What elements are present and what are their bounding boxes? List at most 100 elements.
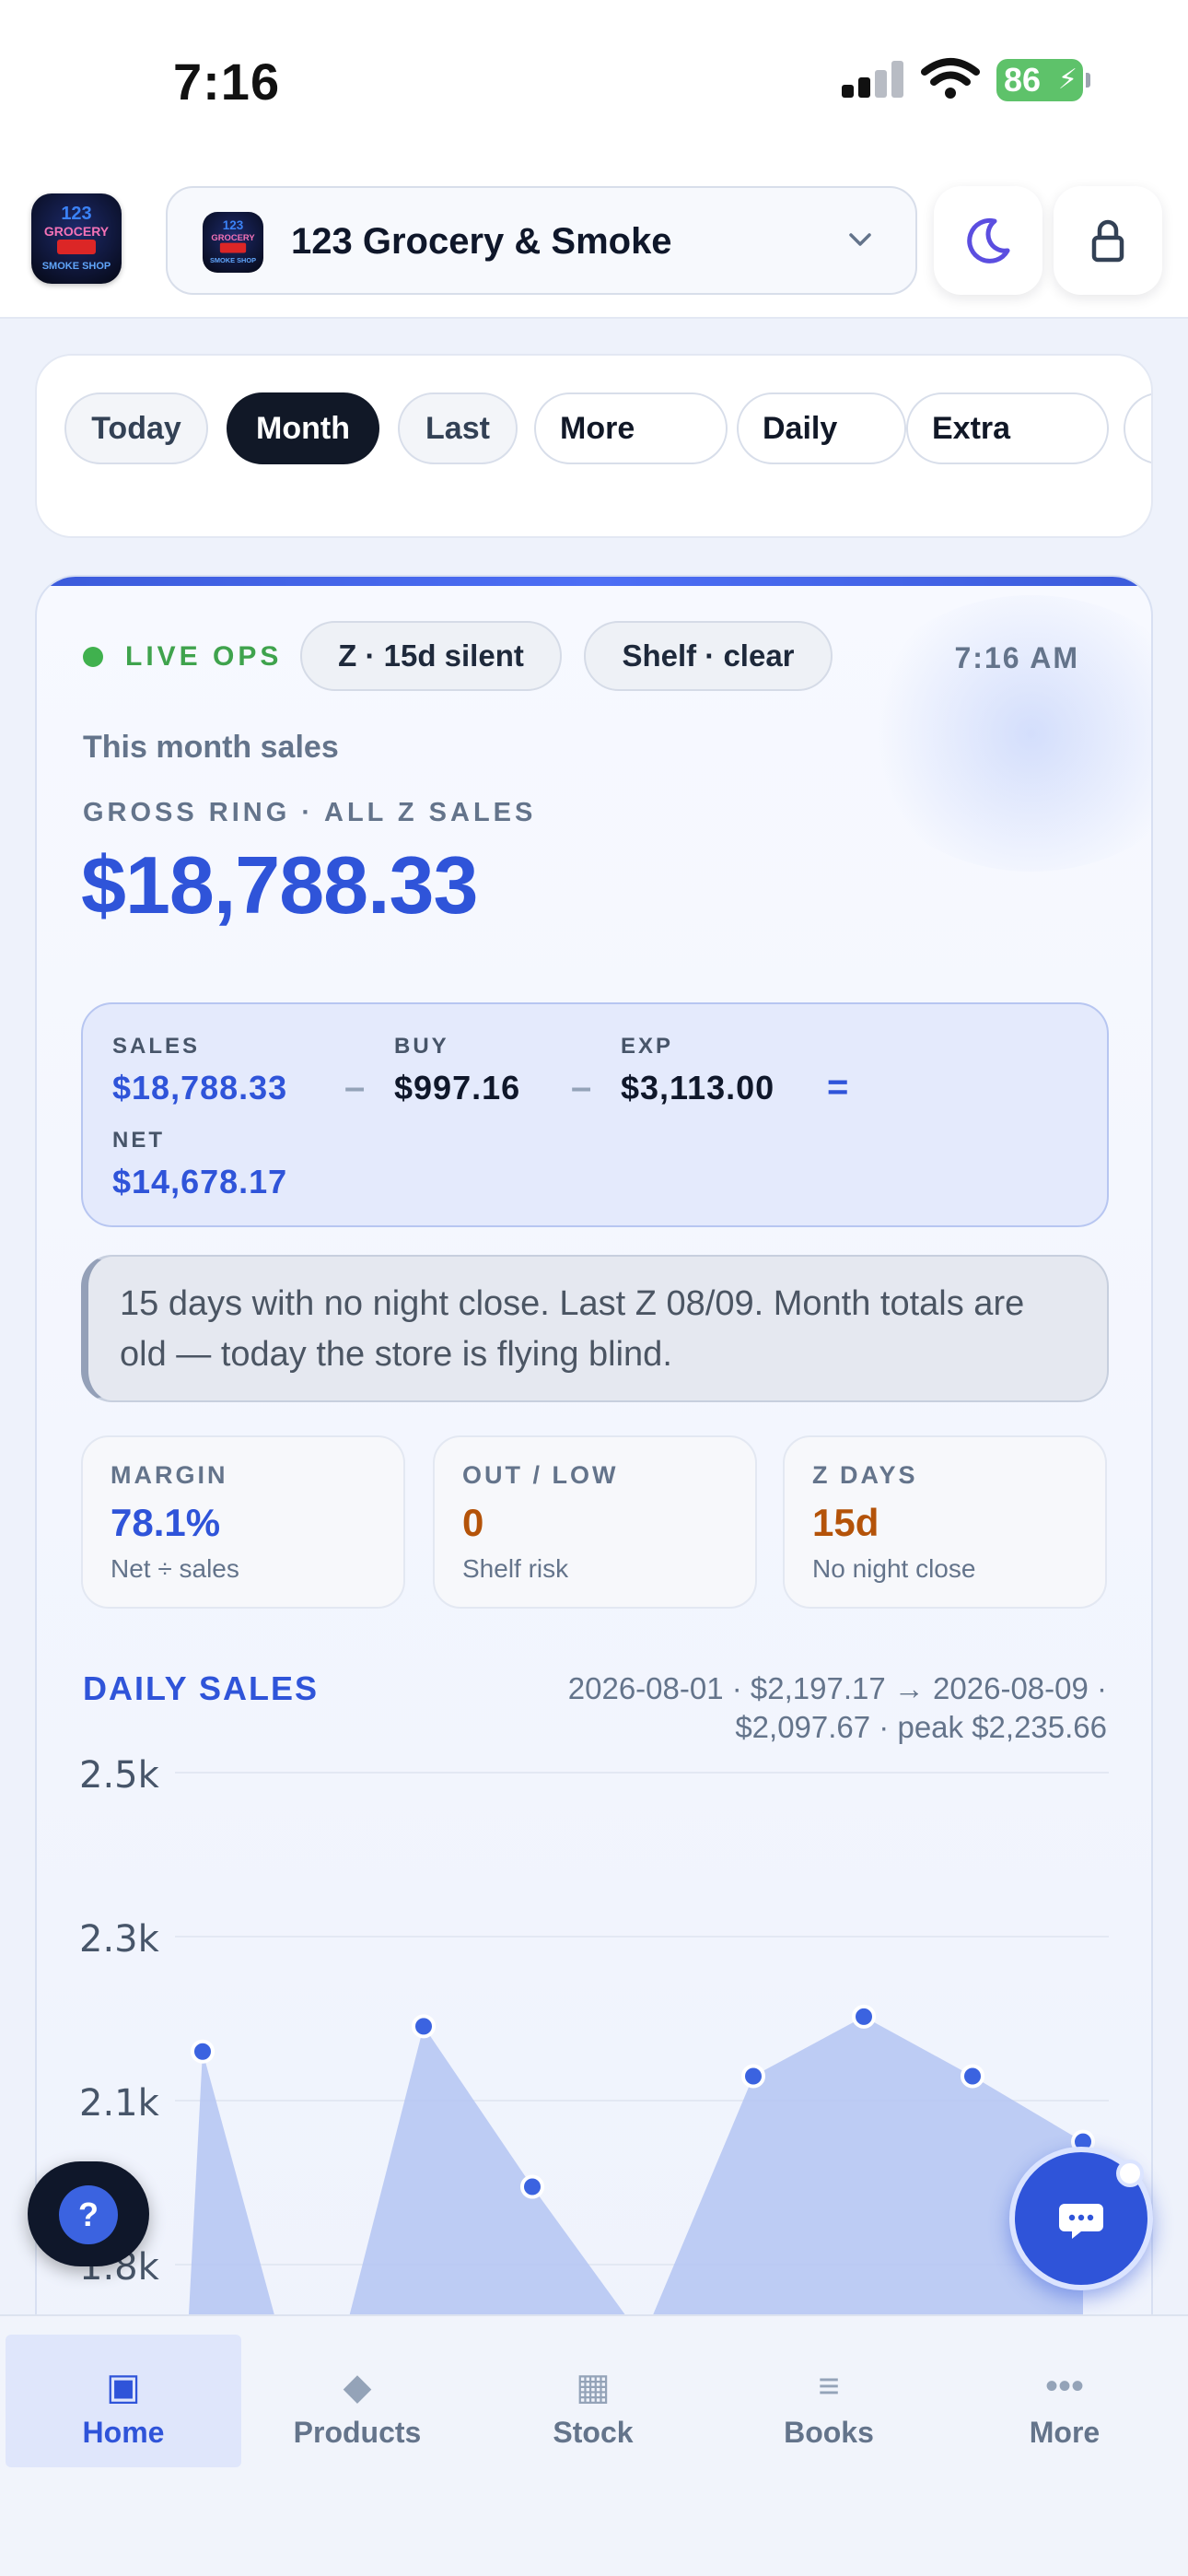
help-button[interactable]: ? [28,2161,149,2266]
battery-icon: 86 ⚡ [996,59,1090,101]
gross-amount: $18,788.33 [81,839,478,931]
nav-label: More [1029,2416,1101,2449]
equation-sales-value: $18,788.33 [112,1069,288,1107]
stat-sub: No night close [812,1554,976,1583]
y-tick-label: 2.1k [79,2082,160,2125]
stat-label: Z DAYS [812,1461,918,1489]
help-icon: ? [59,2185,118,2244]
live-status-dot [83,647,103,667]
nav-label: Home [82,2416,165,2449]
store-mini-logo: 123 GROCERY SMOKE SHOP [203,212,263,273]
products-icon: ◆ [343,2367,372,2407]
period-chip-extra[interactable]: Extra [906,392,1109,464]
stat-card-out-low: OUT / LOW 0 Shelf risk [433,1435,757,1609]
store-name: 123 Grocery & Smoke [291,221,672,262]
equation-buy-value: $997.16 [394,1069,521,1107]
chart-point-2026-08-06[interactable] [741,2064,765,2089]
svg-text:SMOKE SHOP: SMOKE SHOP [42,261,111,272]
stock-icon: ▦ [576,2367,611,2407]
z-status-pill[interactable]: Z · 15d silent [300,621,562,691]
stat-card-margin: MARGIN 78.1% Net ÷ sales [81,1435,405,1609]
app-header: 123 GROCERY SMOKE SHOP 123 GROCERY SMOKE… [0,166,1188,319]
chart-point-2026-08-03[interactable] [412,2014,436,2039]
lock-icon [1091,219,1124,263]
battery-level: 86 [1004,61,1042,99]
nav-home[interactable]: ▣ Home [6,2335,241,2467]
sales-summary-card: LIVE OPS Z · 15d silent Shelf · clear 7:… [35,575,1153,2576]
stat-sub: Shelf risk [462,1554,569,1583]
svg-text:GROCERY: GROCERY [211,232,255,242]
lock-button[interactable] [1054,186,1162,295]
minus-operator: – [571,1067,592,1107]
equation-net-value: $14,678.17 [112,1163,288,1200]
books-icon: ≡ [818,2366,840,2406]
stat-label: MARGIN [111,1461,228,1489]
gross-label: GROSS RING · ALL Z SALES [83,798,537,827]
moon-icon [967,217,1010,263]
more-icon: ••• [1044,2366,1084,2406]
signal-icon [842,61,906,98]
chevron-down-icon [849,233,871,246]
stat-value: 15d [812,1501,879,1544]
svg-text:GROCERY: GROCERY [44,224,110,239]
decorative-glow [856,595,1151,872]
svg-text:123: 123 [61,204,91,224]
minus-operator: – [344,1067,366,1107]
equation-exp-label: EXP [621,1034,674,1059]
stat-label: OUT / LOW [462,1461,619,1489]
status-time: 7:16 [173,53,281,111]
live-ops-label: LIVE OPS [125,641,283,672]
nav-label: Products [293,2416,422,2449]
chart-point-2026-08-08[interactable] [961,2064,984,2089]
notification-dot [1116,2160,1144,2187]
period-chip-today[interactable]: Today [64,392,208,464]
equation-sales: SALES $18,788.33 [112,1034,287,1107]
home-icon: ▣ [106,2367,141,2407]
bottom-nav: ▣ Home ◆ Products ▦ Stock ≡ Books ••• Mo… [0,2314,1188,2576]
status-bar: 7:16 86 ⚡ [0,0,1188,166]
period-chip-month[interactable]: Month [227,392,379,464]
equation-net: NET $14,678.17 [112,1128,287,1201]
equation-buy-label: BUY [394,1034,449,1059]
period-chip-overflow[interactable] [1124,392,1151,464]
night-close-warning: 15 days with no night close. Last Z 08/0… [81,1255,1109,1402]
nav-more[interactable]: ••• More [947,2335,1182,2467]
daily-sales-title: DAILY SALES [83,1669,320,1707]
nav-books[interactable]: ≡ Books [711,2335,947,2467]
equation-buy: BUY $997.16 [394,1034,520,1107]
dark-mode-button[interactable] [934,186,1042,295]
period-selector: Today Month Last More Daily Extra [35,354,1153,538]
chat-button[interactable] [1009,2147,1153,2290]
y-tick-label: 2.5k [79,1754,160,1797]
last-updated-time: 7:16 AM [954,641,1079,674]
nav-stock[interactable]: ▦ Stock [475,2335,711,2467]
wifi-icon [921,58,980,99]
equation-net-label: NET [112,1128,165,1153]
shelf-status-pill[interactable]: Shelf · clear [584,621,833,691]
period-chip-last[interactable]: Last [398,392,518,464]
period-chip-more[interactable]: More [534,392,728,464]
svg-text:SMOKE SHOP: SMOKE SHOP [210,256,256,264]
equals-operator: = [827,1067,849,1107]
stat-sub: Net ÷ sales [111,1554,239,1583]
y-tick-label: 2.3k [79,1918,160,1961]
store-selector[interactable]: 123 GROCERY SMOKE SHOP 123 Grocery & Smo… [166,186,917,295]
period-chip-daily[interactable]: Daily [737,392,906,464]
net-equation-box: SALES $18,788.33 – BUY $997.16 – EXP $3,… [81,1002,1109,1227]
stat-card-z-days: Z DAYS 15d No night close [783,1435,1107,1609]
daily-sales-range: 2026-08-01 · $2,197.17 → 2026-08-09 · $2… [567,1671,1107,1744]
nav-label: Books [784,2416,874,2449]
store-logo[interactable]: 123 GROCERY SMOKE SHOP [31,193,122,284]
period-sales-subtitle: This month sales [83,730,339,765]
equation-exp-value: $3,113.00 [621,1069,775,1107]
stat-value: 0 [462,1501,484,1544]
chart-point-2026-08-04[interactable] [520,2174,544,2199]
equation-sales-label: SALES [112,1034,201,1059]
chart-point-2026-08-01[interactable] [191,2039,215,2064]
nav-products[interactable]: ◆ Products [239,2335,475,2467]
svg-text:123: 123 [223,218,243,232]
chart-point-2026-08-07[interactable] [852,2004,876,2029]
stat-value: 78.1% [111,1501,221,1544]
equation-exp: EXP $3,113.00 [621,1034,775,1107]
nav-label: Stock [553,2416,634,2449]
